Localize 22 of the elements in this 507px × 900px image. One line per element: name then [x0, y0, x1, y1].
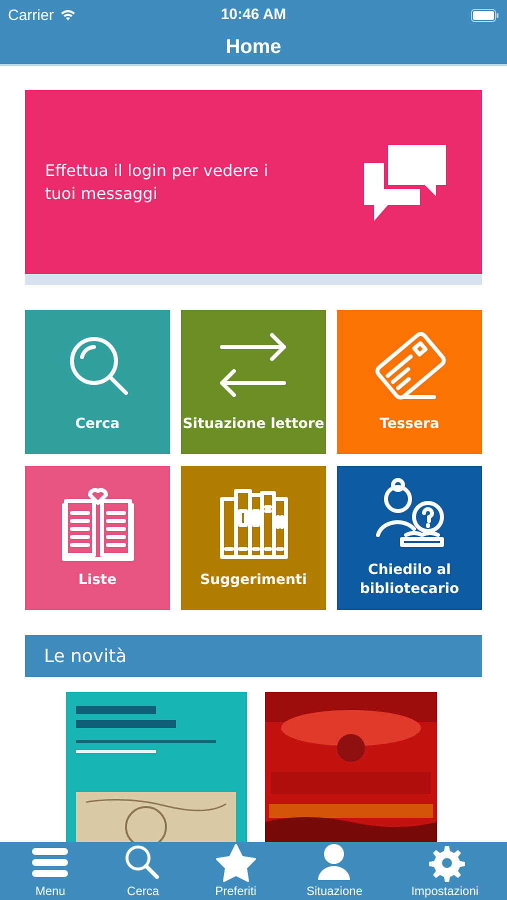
login-banner[interactable]: Effettua il login per vedere i tuoi messaggi — [25, 90, 482, 285]
star-icon — [214, 842, 258, 882]
battery-icon — [471, 8, 499, 22]
tab-item[interactable]: Menu — [28, 842, 72, 898]
banner-message: Effettua il login per vedere i tuoi messaggi — [45, 160, 270, 205]
wifi-icon — [60, 9, 76, 21]
menu-tile[interactable]: Liste — [25, 466, 170, 610]
status-time: 10:46 AM — [220, 6, 286, 23]
section-title: Le novità — [44, 646, 127, 666]
menu-tile[interactable]: Suggerimenti — [181, 466, 326, 610]
menu-tile[interactable]: Situazione lettore — [181, 310, 326, 454]
menu-tile[interactable]: Cerca — [25, 310, 170, 454]
tab-item[interactable]: Preferiti — [214, 842, 258, 898]
open-book-icon — [62, 486, 134, 560]
screen-title: Home — [226, 36, 282, 58]
menu-tile[interactable]: Chiedilo al bibliotecario — [337, 466, 482, 610]
carrier-label: Carrier — [8, 6, 54, 24]
menu-tile[interactable]: Tessera — [337, 310, 482, 454]
books-icon — [218, 486, 290, 560]
tab-item[interactable]: Cerca — [121, 842, 166, 898]
tab-item[interactable]: Impostazioni — [411, 842, 479, 898]
tab-item[interactable]: Situazione — [306, 842, 362, 898]
